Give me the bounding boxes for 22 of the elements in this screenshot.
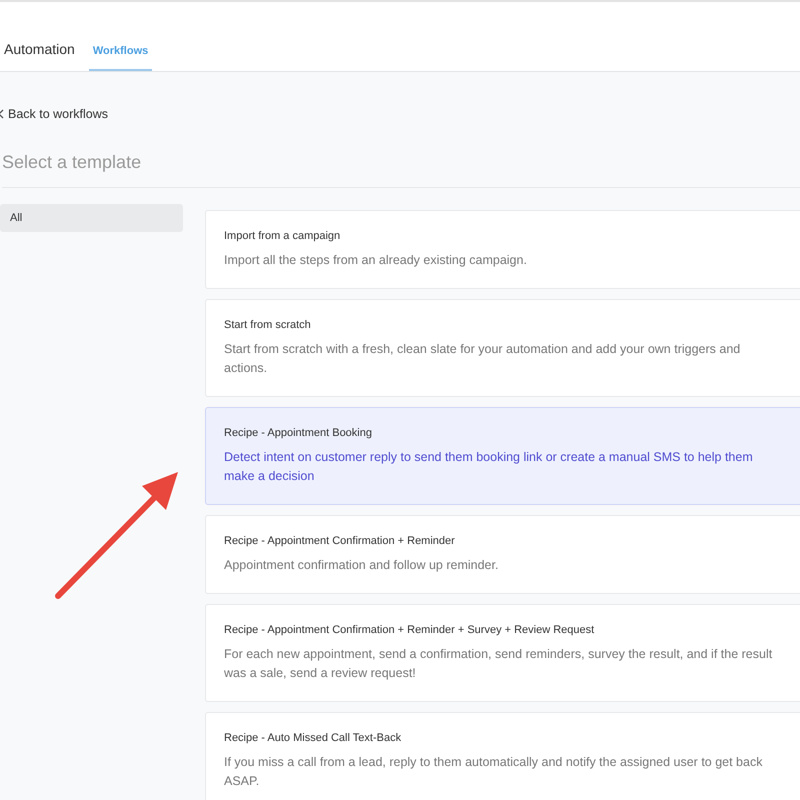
template-description: Import all the steps from an already existing campaign. — [224, 252, 528, 269]
template-description: For each new appointment, send a confirmation, send reminders, survey the result, and if the result was a sale, send a review request! — [224, 646, 774, 682]
page-title: Select a template — [2, 152, 800, 188]
template-card[interactable]: Recipe - Appointment Confirmation + Reminder Appointment confirmation and follow up reminder. — [205, 515, 800, 594]
template-card[interactable]: Recipe - Auto Missed Call Text-Back If you miss a call from a lead, reply to them automatically and notify the assigned user to get back ASAP. — [205, 712, 800, 800]
template-description: If you miss a call from a lead, reply to them automatically and notify the assigned user to get back ASAP. — [224, 754, 764, 790]
template-card[interactable]: Import from a campaign Import all the steps from an already existing campaign. — [205, 210, 800, 289]
template-card[interactable]: Start from scratch Start from scratch with a fresh, clean slate for your automation and add your own triggers and actions. — [205, 299, 800, 397]
template-title: Recipe - Auto Missed Call Text-Back — [224, 732, 402, 744]
template-description: Appointment confirmation and follow up reminder. — [224, 557, 500, 574]
template-title: Recipe - Appointment Confirmation + Reminder + Survey + Review Request — [224, 624, 596, 636]
category-item[interactable]: All — [0, 204, 183, 232]
template-description: Detect intent on customer reply to send them booking link or create a manual SMS to help them make a decision — [224, 449, 754, 485]
template-card[interactable] — [205, 604, 800, 702]
app-title: Automation — [4, 41, 75, 59]
back-link[interactable]: Back to workflows — [0, 107, 108, 121]
template-card[interactable]: Recipe - Appointment Booking Detect intent on customer reply to send them booking link or create a manual SMS to help them make a decision — [205, 407, 800, 505]
template-title: Start from scratch — [224, 319, 312, 331]
template-description: Start from scratch with a fresh, clean slate for your automation and add your own triggers and actions. — [224, 341, 742, 377]
template-title: Import from a campaign — [224, 230, 342, 242]
template-title: Recipe - Appointment Booking — [224, 427, 373, 439]
template-title: Recipe - Appointment Confirmation + Reminder — [224, 535, 456, 547]
